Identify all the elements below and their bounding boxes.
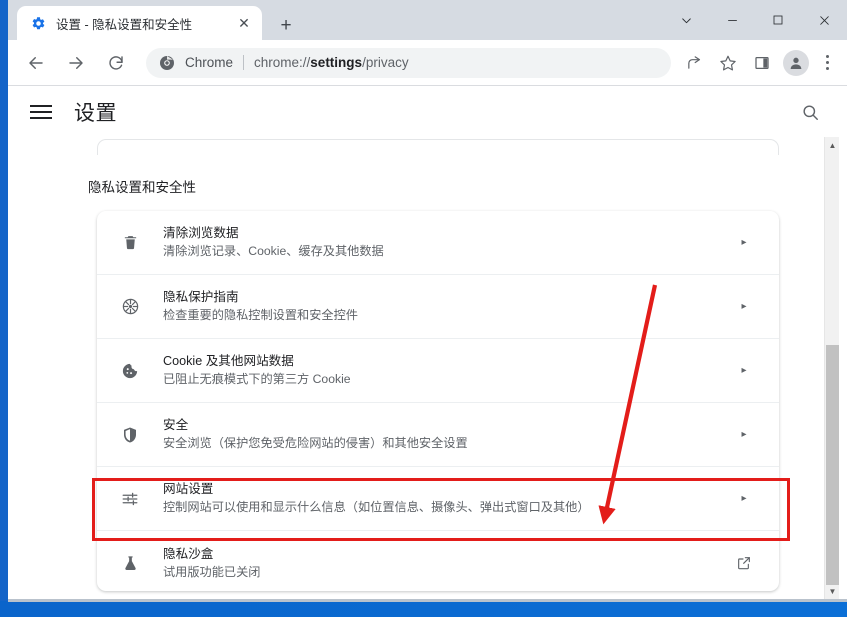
settings-row-site-settings[interactable]: 网站设置 控制网站可以使用和显示什么信息（如位置信息、摄像头、弹出式窗口及其他）… [97, 467, 779, 531]
settings-row-clear-browsing-data[interactable]: 清除浏览数据 清除浏览记录、Cookie、缓存及其他数据 ▸ [97, 211, 779, 275]
maximize-button[interactable] [755, 0, 801, 40]
chevron-glyph: ▸ [741, 493, 747, 504]
bookmark-star-icon[interactable] [714, 49, 742, 77]
row-subtitle: 检查重要的隐私控制设置和安全控件 [163, 308, 358, 323]
settings-content: 隐私设置和安全性 清除浏览数据 清除浏览记录、Cookie、缓存及其他数据 ▸ [16, 137, 824, 599]
omnibox-scheme-label: Chrome [185, 55, 234, 70]
window-bottom-edge [8, 599, 847, 602]
page-title: 设置 [74, 102, 117, 125]
row-text: 安全 安全浏览（保护您免受危险网站的侵害）和其他安全设置 [163, 416, 729, 453]
omnibox-url: chrome://settings/privacy [254, 55, 409, 70]
profile-avatar[interactable] [783, 49, 809, 76]
trash-icon [119, 232, 141, 254]
three-dot-menu-icon[interactable] [815, 49, 839, 77]
side-panel-icon[interactable] [748, 49, 776, 77]
row-subtitle: 试用版功能已关闭 [163, 564, 261, 579]
row-text: 隐私保护指南 检查重要的隐私控制设置和安全控件 [163, 288, 729, 325]
scroll-down-arrow-icon[interactable]: ▼ [825, 583, 840, 599]
row-subtitle: 已阻止无痕模式下的第三方 Cookie [163, 372, 351, 387]
close-icon[interactable]: ✕ [234, 13, 254, 33]
url-prefix: chrome:// [254, 55, 311, 70]
cookie-icon [119, 360, 141, 382]
url-bold-segment: settings [310, 55, 363, 70]
chevron-right-icon[interactable]: ▸ [729, 420, 759, 450]
tab-search-button[interactable] [663, 0, 709, 40]
flask-icon [119, 552, 141, 574]
address-bar[interactable]: Chrome chrome://settings/privacy [146, 47, 671, 78]
new-tab-button[interactable]: + [273, 12, 299, 38]
row-title: 安全 [163, 418, 189, 433]
section-title: 隐私设置和安全性 [88, 180, 196, 195]
chevron-right-icon[interactable]: ▸ [729, 228, 759, 258]
row-text: 网站设置 控制网站可以使用和显示什么信息（如位置信息、摄像头、弹出式窗口及其他） [163, 480, 729, 517]
row-title: 隐私保护指南 [163, 290, 239, 305]
chevron-glyph: ▸ [741, 237, 747, 248]
url-suffix: /privacy [362, 55, 409, 70]
privacy-guide-icon [119, 296, 141, 318]
row-title: Cookie 及其他网站数据 [163, 354, 294, 369]
tab-title: 设置 - 隐私设置和安全性 [56, 17, 193, 32]
chevron-right-icon[interactable]: ▸ [729, 292, 759, 322]
browser-tab[interactable]: 设置 - 隐私设置和安全性 ✕ [17, 6, 262, 40]
previous-card-edge [97, 139, 779, 155]
share-icon[interactable] [680, 49, 708, 77]
gear-icon [30, 15, 46, 31]
settings-row-cookies[interactable]: Cookie 及其他网站数据 已阻止无痕模式下的第三方 Cookie ▸ [97, 339, 779, 403]
scrollbar-thumb[interactable] [826, 345, 839, 585]
row-subtitle: 清除浏览记录、Cookie、缓存及其他数据 [163, 244, 384, 259]
browser-toolbar: Chrome chrome://settings/privacy [8, 40, 847, 86]
vertical-scrollbar[interactable]: ▲ ▼ [824, 137, 839, 599]
omnibox-divider [243, 55, 245, 70]
settings-row-privacy-sandbox[interactable]: 隐私沙盒 试用版功能已关闭 [97, 531, 779, 595]
open-external-icon[interactable] [729, 548, 759, 578]
forward-button[interactable] [61, 48, 91, 78]
scroll-up-arrow-icon[interactable]: ▲ [825, 137, 840, 153]
tune-sliders-icon [119, 488, 141, 510]
chevron-right-icon[interactable]: ▸ [729, 356, 759, 386]
row-subtitle: 安全浏览（保护您免受危险网站的侵害）和其他安全设置 [163, 436, 468, 451]
row-title: 网站设置 [163, 482, 214, 497]
row-title: 清除浏览数据 [163, 226, 239, 241]
search-icon[interactable] [795, 97, 825, 127]
privacy-settings-card: 清除浏览数据 清除浏览记录、Cookie、缓存及其他数据 ▸ 隐私保护指南 检查… [97, 211, 779, 591]
chevron-glyph: ▸ [741, 429, 747, 440]
row-title: 隐私沙盒 [163, 546, 214, 561]
minimize-button[interactable] [709, 0, 755, 40]
shield-icon [119, 424, 141, 446]
hamburger-menu-icon[interactable] [30, 99, 56, 125]
tab-strip: 设置 - 隐私设置和安全性 ✕ + [8, 0, 847, 40]
reload-button[interactable] [101, 48, 131, 78]
settings-header: 设置 [8, 87, 847, 137]
settings-row-privacy-guide[interactable]: 隐私保护指南 检查重要的隐私控制设置和安全控件 ▸ [97, 275, 779, 339]
close-button[interactable] [801, 0, 847, 40]
row-text: 清除浏览数据 清除浏览记录、Cookie、缓存及其他数据 [163, 224, 729, 261]
chevron-glyph: ▸ [741, 365, 747, 376]
chevron-right-icon[interactable]: ▸ [729, 484, 759, 514]
window-controls [663, 0, 847, 40]
chevron-glyph: ▸ [741, 301, 747, 312]
row-subtitle: 控制网站可以使用和显示什么信息（如位置信息、摄像头、弹出式窗口及其他） [163, 500, 590, 515]
row-text: Cookie 及其他网站数据 已阻止无痕模式下的第三方 Cookie [163, 352, 729, 389]
window-left-border [0, 0, 8, 601]
chrome-logo-icon [159, 55, 175, 71]
back-button[interactable] [21, 48, 51, 78]
settings-row-security[interactable]: 安全 安全浏览（保护您免受危险网站的侵害）和其他安全设置 ▸ [97, 403, 779, 467]
browser-window: 设置 - 隐私设置和安全性 ✕ + Chrome chrome://settin… [8, 0, 847, 601]
row-text: 隐私沙盒 试用版功能已关闭 [163, 545, 729, 582]
